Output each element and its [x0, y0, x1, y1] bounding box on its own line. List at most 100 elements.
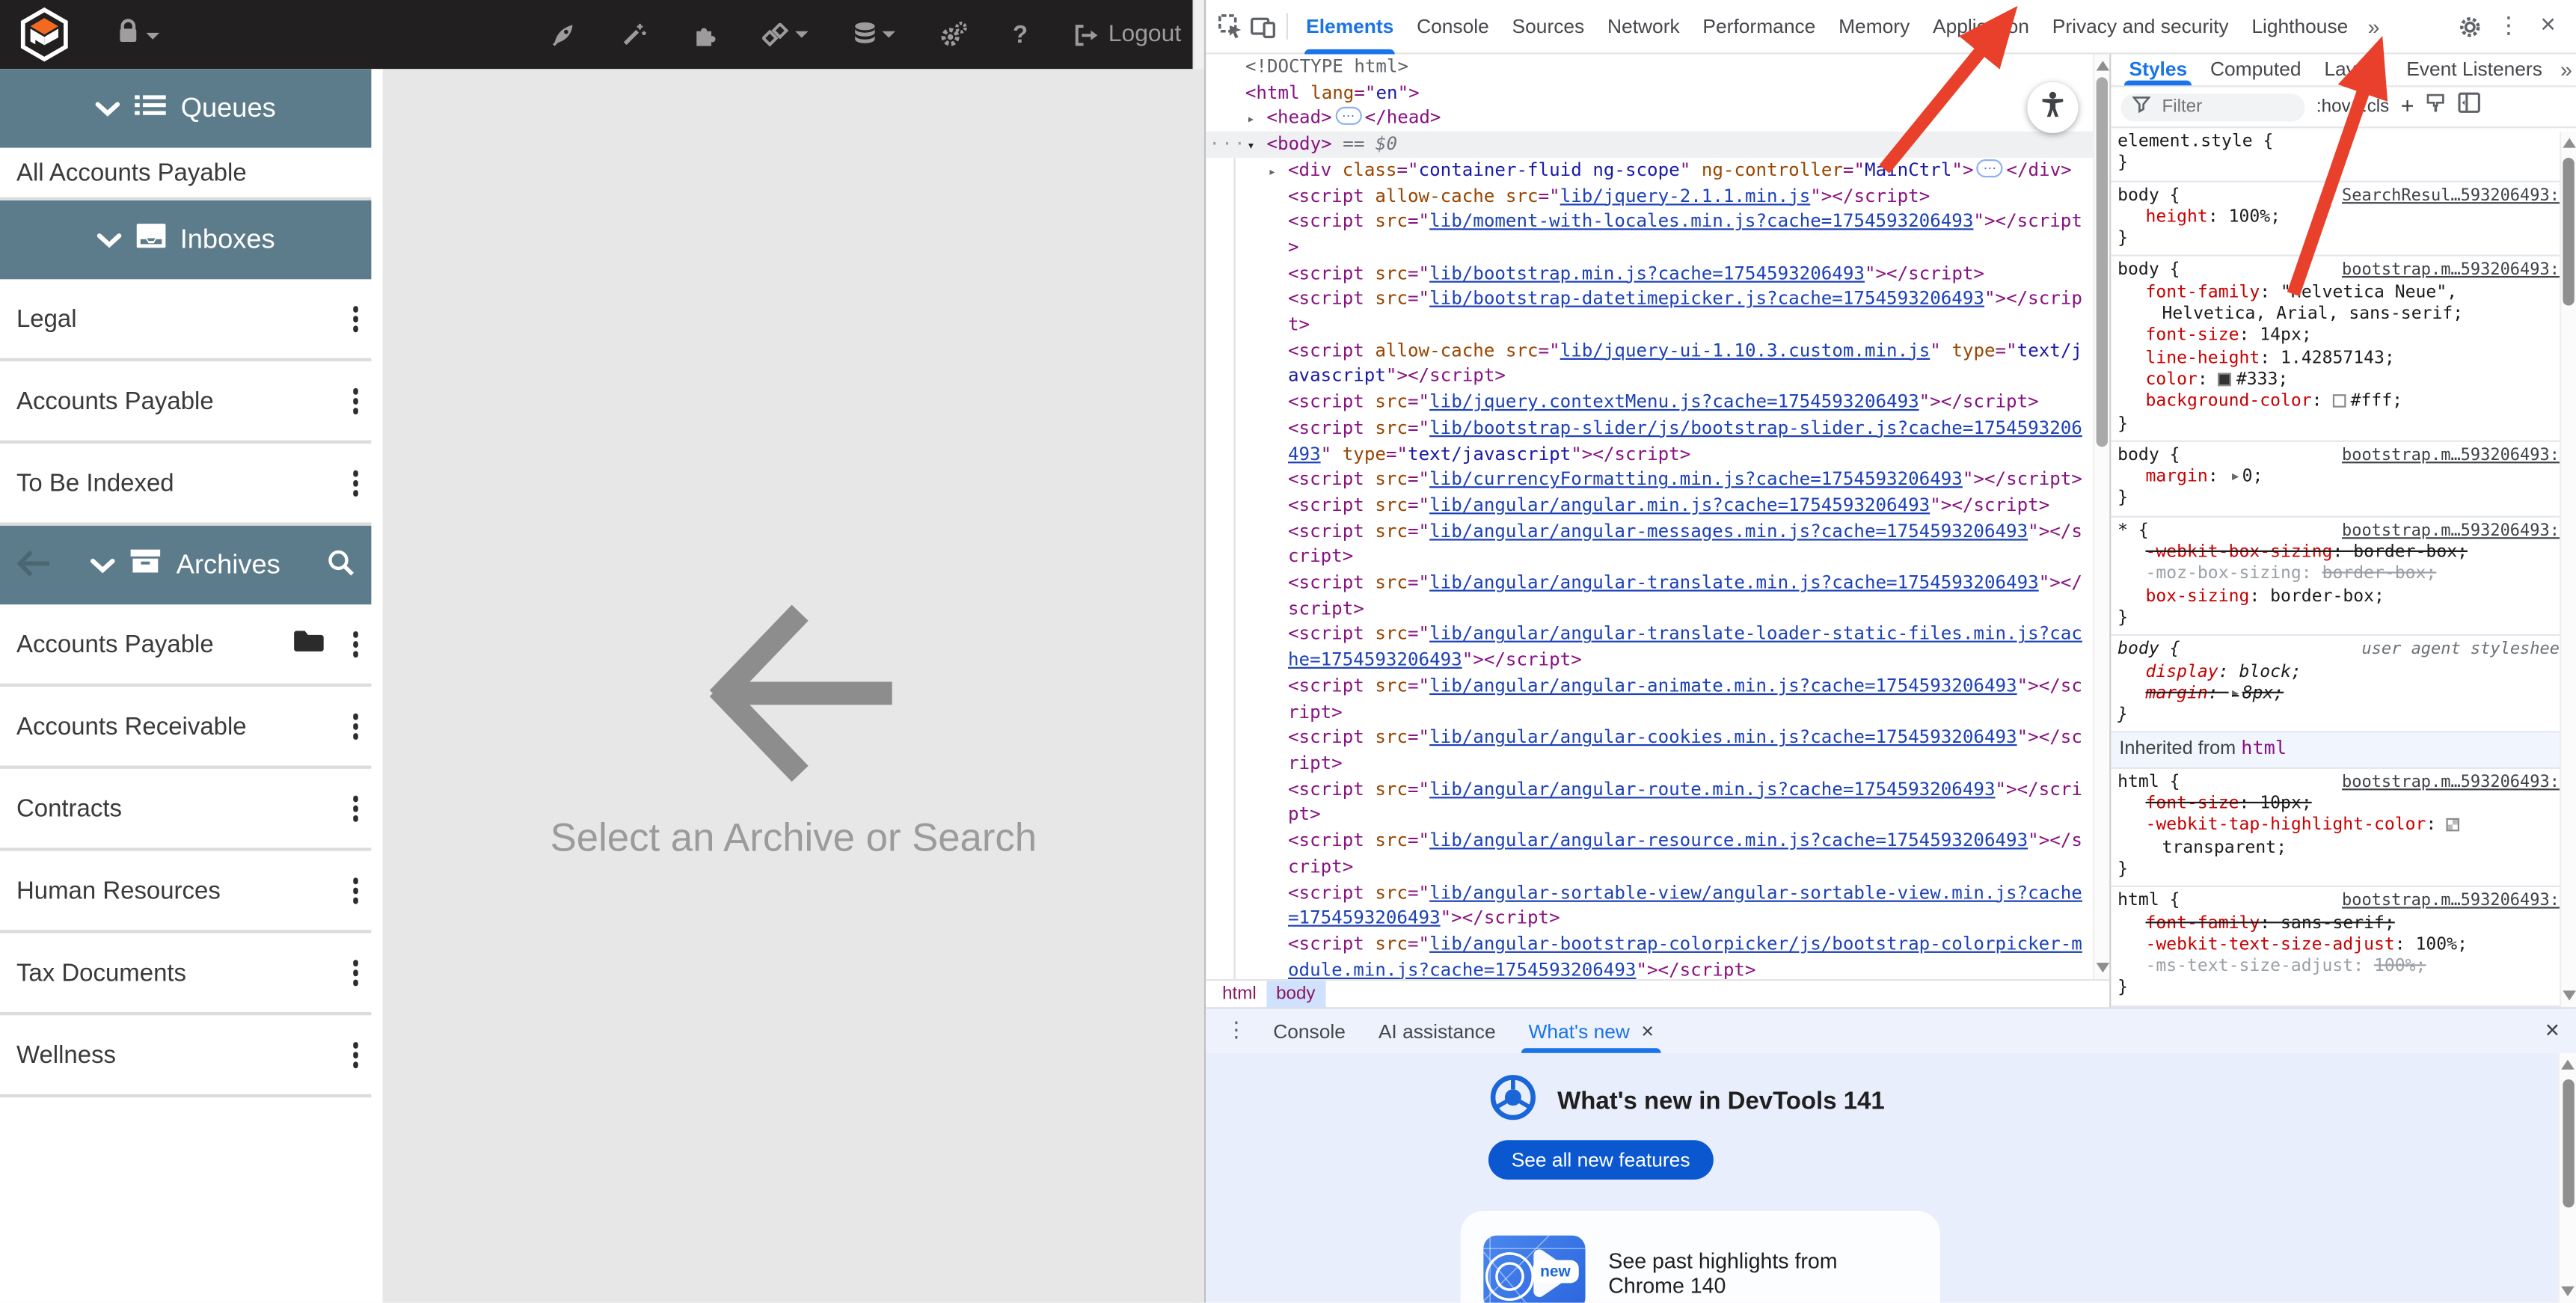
dom-node-text[interactable]: <script src="lib/moment-with-locales.min… — [1206, 209, 2109, 260]
styles-filter[interactable] — [2121, 93, 2305, 120]
lock-menu[interactable] — [115, 17, 159, 52]
logout-button[interactable]: Logout — [1072, 22, 1181, 48]
css-property[interactable]: font-size: 10px; — [2117, 794, 2569, 815]
css-property[interactable]: -webkit-text-size-adjust: 100%; — [2117, 934, 2569, 956]
device-toolbar-icon[interactable] — [1248, 11, 1278, 41]
doctype-node[interactable]: <!DOCTYPE html> — [1206, 54, 2109, 79]
search-icon[interactable] — [327, 549, 355, 585]
dom-node-text[interactable]: <script allow-cache src="lib/jquery-ui-1… — [1206, 338, 2109, 390]
rule-source-link[interactable]: bootstrap.m…593206493:5 — [2342, 260, 2569, 282]
css-property[interactable]: display: block; — [2117, 661, 2569, 683]
css-property[interactable]: margin: ▶8px; — [2117, 683, 2569, 705]
sidebar-item[interactable]: Accounts Receivable — [0, 687, 371, 769]
style-rule[interactable]: bootstrap.m…593206493:5* {-webkit-box-si… — [2111, 517, 2576, 636]
sidebar-item[interactable]: To Be Indexed — [0, 444, 371, 526]
tab-lighthouse[interactable]: Lighthouse — [2240, 0, 2360, 54]
more-tabs-button[interactable]: » — [2360, 14, 2388, 39]
sidebar-item[interactable]: Legal — [0, 279, 371, 361]
drawer-scrollbar[interactable] — [2558, 1053, 2576, 1303]
drawer-menu-icon[interactable]: ⋮ — [1215, 1019, 1257, 1043]
accessibility-button[interactable] — [2027, 82, 2078, 133]
css-property[interactable]: -ms-text-size-adjust: 100%; — [2117, 957, 2569, 978]
dom-node-text[interactable]: <script allow-cache src="lib/jquery-2.1.… — [1206, 183, 2109, 209]
devtools-menu-icon[interactable]: ⋮ — [2491, 8, 2527, 44]
help-icon[interactable]: ? — [1013, 20, 1028, 48]
back-arrow-icon[interactable] — [16, 549, 52, 587]
tab-console[interactable]: Console — [1405, 0, 1500, 54]
kebab-menu-icon[interactable] — [352, 470, 358, 496]
sidebar-item[interactable]: Accounts Payable — [0, 604, 371, 687]
dom-node-text[interactable]: <script src="lib/angular/angular-transla… — [1206, 570, 2109, 622]
kebab-menu-icon[interactable] — [352, 877, 358, 903]
rule-source-link[interactable]: SearchResul…593206493:1 — [2342, 185, 2569, 206]
sidebar-item[interactable]: Contracts — [0, 769, 371, 851]
style-rule[interactable]: SearchResul…593206493:1body {height: 100… — [2111, 182, 2576, 257]
drawer-tab-ai-assistance[interactable]: AI assistance — [1362, 1009, 1512, 1053]
kebab-menu-icon[interactable] — [352, 960, 358, 985]
dom-node-text[interactable]: <script src="lib/angular/angular-transla… — [1206, 622, 2109, 673]
dom-node-head[interactable]: ▸<head>⋯</head> — [1206, 105, 2109, 131]
css-property[interactable]: background-color: #fff; — [2117, 391, 2569, 413]
sidebar-item[interactable]: Human Resources — [0, 851, 371, 933]
style-rule[interactable]: bootstrap.m…593206493:5body {margin: ▶0;… — [2111, 442, 2576, 518]
styles-tab-computed[interactable]: Computed — [2199, 54, 2313, 85]
css-property[interactable]: box-sizing: border-box; — [2117, 586, 2569, 607]
dom-node-div[interactable]: ▸<div class="container-fluid ng-scope" n… — [1206, 157, 2109, 183]
dom-node-text[interactable]: <script src="lib/angular/angular-cookies… — [1206, 725, 2109, 776]
scroll-thumb[interactable] — [2097, 77, 2108, 447]
gears-icon[interactable] — [940, 22, 968, 48]
scroll-thumb[interactable] — [2563, 158, 2574, 306]
css-property[interactable]: -webkit-box-sizing: border-box; — [2117, 542, 2569, 564]
kebab-menu-icon[interactable] — [352, 1042, 358, 1067]
kebab-menu-icon[interactable] — [352, 388, 358, 414]
dom-node-html[interactable]: <html lang="en"> — [1206, 80, 2109, 105]
dom-node-text[interactable]: <script src="lib/angular-sortable-view/a… — [1206, 880, 2109, 931]
sidebar-item[interactable]: Wellness — [0, 1015, 371, 1097]
dom-node-text[interactable]: <script src="lib/jquery.contextMenu.js?c… — [1206, 390, 2109, 415]
tab-network[interactable]: Network — [1596, 0, 1691, 54]
section-header-archives[interactable]: Archives — [0, 526, 371, 604]
css-property[interactable]: font-family: sans-serif; — [2117, 913, 2569, 934]
breadcrumb-body[interactable]: body — [1266, 981, 1325, 1007]
styles-filter-input[interactable] — [2159, 95, 2274, 118]
tab-memory[interactable]: Memory — [1827, 0, 1922, 54]
sidebar-item[interactable]: Tax Documents — [0, 933, 371, 1016]
drawer-tab-console[interactable]: Console — [1257, 1009, 1362, 1053]
style-rule[interactable]: bootstrap.m…593206493:5html {font-family… — [2111, 888, 2576, 1007]
scroll-up-icon[interactable] — [2097, 61, 2110, 70]
rule-source-link[interactable]: bootstrap.m…593206493:5 — [2342, 772, 2569, 794]
new-style-rule-button[interactable]: + — [2401, 92, 2414, 118]
scroll-down-icon[interactable] — [2097, 963, 2110, 972]
styles-more-tabs-button[interactable]: » — [2554, 54, 2576, 85]
css-property[interactable]: color: #333; — [2117, 370, 2569, 391]
dom-node-text[interactable]: <script src="lib/bootstrap.min.js?cache=… — [1206, 260, 2109, 286]
rendering-brush-icon[interactable] — [2426, 92, 2447, 122]
see-all-features-button[interactable]: See all new features — [1488, 1140, 1713, 1180]
css-property[interactable]: margin: ▶0; — [2117, 467, 2569, 488]
css-property[interactable]: -moz-box-sizing: border-box; — [2117, 564, 2569, 586]
links-icon[interactable] — [763, 22, 809, 47]
style-rule[interactable]: bootstrap.m…593206493:5html {font-size: … — [2111, 768, 2576, 887]
scroll-down-icon[interactable] — [2563, 990, 2576, 1000]
dom-node-text[interactable]: <script src="lib/angular/angular-animate… — [1206, 673, 2109, 725]
style-rule[interactable]: bootstrap.m…593206493:5body {font-family… — [2111, 257, 2576, 442]
style-rule[interactable]: user agent stylesheetbody {display: bloc… — [2111, 637, 2576, 734]
styles-scrollbar[interactable] — [2560, 132, 2576, 1008]
dom-node-text[interactable]: <script src="lib/angular-bootstrap-color… — [1206, 931, 2109, 979]
tab-performance[interactable]: Performance — [1691, 0, 1827, 54]
dom-node-text[interactable]: <script src="lib/angular/angular-route.m… — [1206, 776, 2109, 828]
tab-elements[interactable]: Elements — [1295, 0, 1405, 54]
sidebar-item[interactable]: Accounts Payable — [0, 361, 371, 444]
kebab-menu-icon[interactable] — [352, 631, 358, 657]
app-logo-icon[interactable] — [16, 7, 73, 63]
css-property[interactable]: font-size: 14px; — [2117, 326, 2569, 348]
panel-layout-icon[interactable] — [2459, 92, 2482, 122]
puzzle-icon[interactable] — [693, 22, 719, 48]
dom-node-text[interactable]: <script src="lib/angular/angular-resourc… — [1206, 828, 2109, 880]
elements-scrollbar[interactable] — [2093, 54, 2109, 979]
tab-privacy-and-security[interactable]: Privacy and security — [2040, 0, 2240, 54]
css-property[interactable]: -webkit-tap-highlight-color: transparent… — [2117, 815, 2569, 859]
class-toggle[interactable]: .cls — [2362, 97, 2389, 117]
css-property[interactable]: line-height: 1.42857143; — [2117, 348, 2569, 370]
css-property[interactable]: height: 100%; — [2117, 207, 2569, 229]
